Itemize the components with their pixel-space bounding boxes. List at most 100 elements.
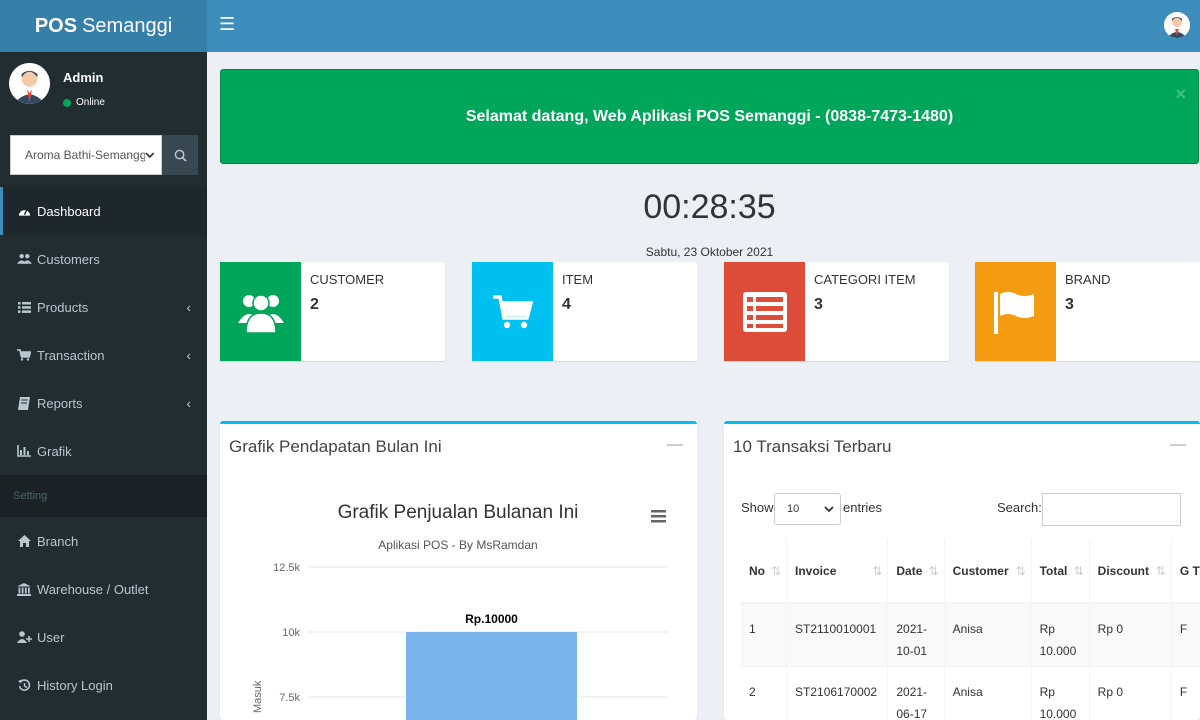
sidebar-item-dashboard[interactable]: Dashboard <box>0 187 207 235</box>
column-header-customer[interactable]: Customer ⇅ <box>943 539 1032 604</box>
entries-length-value: 10 <box>787 503 800 515</box>
sidebar-menu: Dashboard Customers Products ‹ Transacti… <box>0 187 207 709</box>
y-tick-label: 12.5k <box>273 562 300 574</box>
box-title: 10 Transaksi Terbaru <box>733 437 892 456</box>
cell-grand-total: F <box>1170 665 1200 720</box>
chevron-left-icon: ‹ <box>186 395 191 411</box>
info-box-value: 3 <box>1065 296 1074 313</box>
cell-date: 2021- 06-17 <box>887 665 945 720</box>
users-icon <box>16 253 32 265</box>
table-header-row: No ⇅ Invoice ⇅ Date ⇅ Customer ⇅ Total ⇅ Disc… <box>741 539 1200 604</box>
y-tick-label: 10k <box>282 627 300 639</box>
info-box-value: 4 <box>562 296 571 313</box>
dashboard-icon <box>16 205 32 217</box>
cell-date: 2021- 10-01 <box>887 602 945 666</box>
info-box-label: CATEGORI ITEM <box>814 272 916 287</box>
cell-discount: Rp 0 <box>1088 602 1172 666</box>
branch-form: Aroma Bathi-Semanggi <box>10 135 198 175</box>
info-box-value: 2 <box>310 296 319 313</box>
sidebar-item-label: Transaction <box>37 347 105 363</box>
branch-select-value: Aroma Bathi-Semanggi <box>25 148 146 162</box>
column-header-total[interactable]: Total ⇅ <box>1030 539 1090 604</box>
close-icon[interactable]: × <box>1175 84 1186 105</box>
list-icon <box>724 262 805 361</box>
history-icon <box>16 678 32 692</box>
y-tick-label: 7.5k <box>279 692 300 704</box>
book-icon <box>16 396 32 410</box>
sidebar-item-label: User <box>37 629 65 645</box>
y-axis-label: Masuk <box>252 680 264 713</box>
sidebar-item-products[interactable]: Products ‹ <box>0 283 207 331</box>
user-status: Online <box>63 97 105 108</box>
cell-total: Rp 10.000 <box>1030 602 1090 666</box>
cell-invoice: ST2110010001 <box>786 602 888 666</box>
sidebar-item-reports[interactable]: Reports ‹ <box>0 379 207 427</box>
column-header-discount[interactable]: Discount ⇅ <box>1088 539 1172 604</box>
column-header-no[interactable]: No ⇅ <box>741 539 787 604</box>
sidebar-toggle-icon[interactable]: ☰ <box>219 14 235 35</box>
sort-asc-icon: ⇅ <box>770 564 782 578</box>
sidebar-item-label: Branch <box>37 533 79 549</box>
latest-transactions-box: 10 Transaksi Terbaru — Show 10 entries S… <box>724 421 1200 720</box>
sidebar-item-transaction[interactable]: Transaction ‹ <box>0 331 207 379</box>
sidebar-item-label: Grafik <box>37 443 72 459</box>
entries-label: entries <box>843 500 883 515</box>
table-row: 2 ST2106170002 2021- 06-17 Anisa Rp 10.000… <box>741 665 1200 720</box>
logo-text: Semanggi <box>82 14 173 37</box>
sidebar-item-history-login[interactable]: History Login <box>0 661 207 709</box>
sidebar-item-warehouse[interactable]: Warehouse / Outlet <box>0 565 207 613</box>
entries-length-select[interactable]: 10 <box>774 493 841 525</box>
sidebar-header-setting: Setting <box>0 475 207 517</box>
cell-no: 1 <box>741 602 787 666</box>
cell-total: Rp 10.000 <box>1030 665 1090 720</box>
info-box-categori-item: CATEGORI ITEM 3 <box>724 262 949 361</box>
user-plus-icon <box>16 631 32 643</box>
minimize-icon[interactable]: — <box>1170 436 1186 454</box>
bar-chart-icon <box>16 445 32 457</box>
flag-icon <box>975 262 1056 361</box>
info-box-customer: CUSTOMER 2 <box>220 262 445 361</box>
clock-date: Sabtu, 23 Oktober 2021 <box>645 245 774 259</box>
chevron-down-icon <box>145 152 155 159</box>
sort-icon: ⇅ <box>1073 564 1084 578</box>
transactions-table: No ⇅ Invoice ⇅ Date ⇅ Customer ⇅ Total ⇅ Disc… <box>741 539 1200 720</box>
logo-bold: POS <box>34 14 78 37</box>
cart-icon <box>472 262 553 361</box>
search-input[interactable] <box>1042 493 1181 526</box>
home-icon <box>16 535 32 547</box>
cell-customer: Anisa <box>943 665 1032 720</box>
welcome-alert-text: Selamat datang, Web Aplikasi POS Semangg… <box>465 107 954 125</box>
column-header-grand-total[interactable]: G T <box>1170 539 1200 604</box>
branch-select[interactable]: Aroma Bathi-Semanggi <box>10 135 162 175</box>
sort-icon: ⇅ <box>1015 564 1026 578</box>
info-box-value: 3 <box>814 296 823 313</box>
sidebar-item-label: History Login <box>37 677 113 693</box>
column-header-date[interactable]: Date ⇅ <box>887 539 945 604</box>
info-box-item: ITEM 4 <box>472 262 697 361</box>
sidebar-item-branch[interactable]: Branch <box>0 517 207 565</box>
column-header-invoice[interactable]: Invoice ⇅ <box>786 539 888 604</box>
welcome-alert: Selamat datang, Web Aplikasi POS Semangg… <box>220 69 1199 164</box>
user-avatar-icon[interactable] <box>1164 12 1190 38</box>
sidebar-item-user[interactable]: User <box>0 613 207 661</box>
bar-data-label: Rp.10000 <box>465 612 518 626</box>
sidebar-item-label: Dashboard <box>37 203 101 219</box>
table-row: 1 ST2110010001 2021- 10-01 Anisa Rp 10.000… <box>741 602 1200 666</box>
sidebar-item-label: Warehouse / Outlet <box>37 581 149 597</box>
users-icon <box>220 262 301 361</box>
branch-search-button[interactable] <box>162 135 198 175</box>
online-dot-icon <box>63 98 71 107</box>
revenue-chart-box: Grafik Pendapatan Bulan Ini — Grafik Pen… <box>220 421 697 720</box>
sidebar-item-label: Customers <box>37 251 100 267</box>
sidebar-item-customers[interactable]: Customers <box>0 235 207 283</box>
sidebar-item-grafik[interactable]: Grafik <box>0 427 207 475</box>
info-box-label: ITEM <box>562 272 594 287</box>
sort-icon: ⇅ <box>928 564 939 578</box>
cell-grand-total: F <box>1170 602 1200 666</box>
user-panel: Admin Online <box>0 52 207 132</box>
app-logo[interactable]: POS Semanggi <box>0 0 207 52</box>
cell-customer: Anisa <box>943 602 1032 666</box>
search-label: Search: <box>997 500 1042 515</box>
info-box-brand: BRAND 3 <box>975 262 1200 361</box>
cell-invoice: ST2106170002 <box>786 665 888 720</box>
